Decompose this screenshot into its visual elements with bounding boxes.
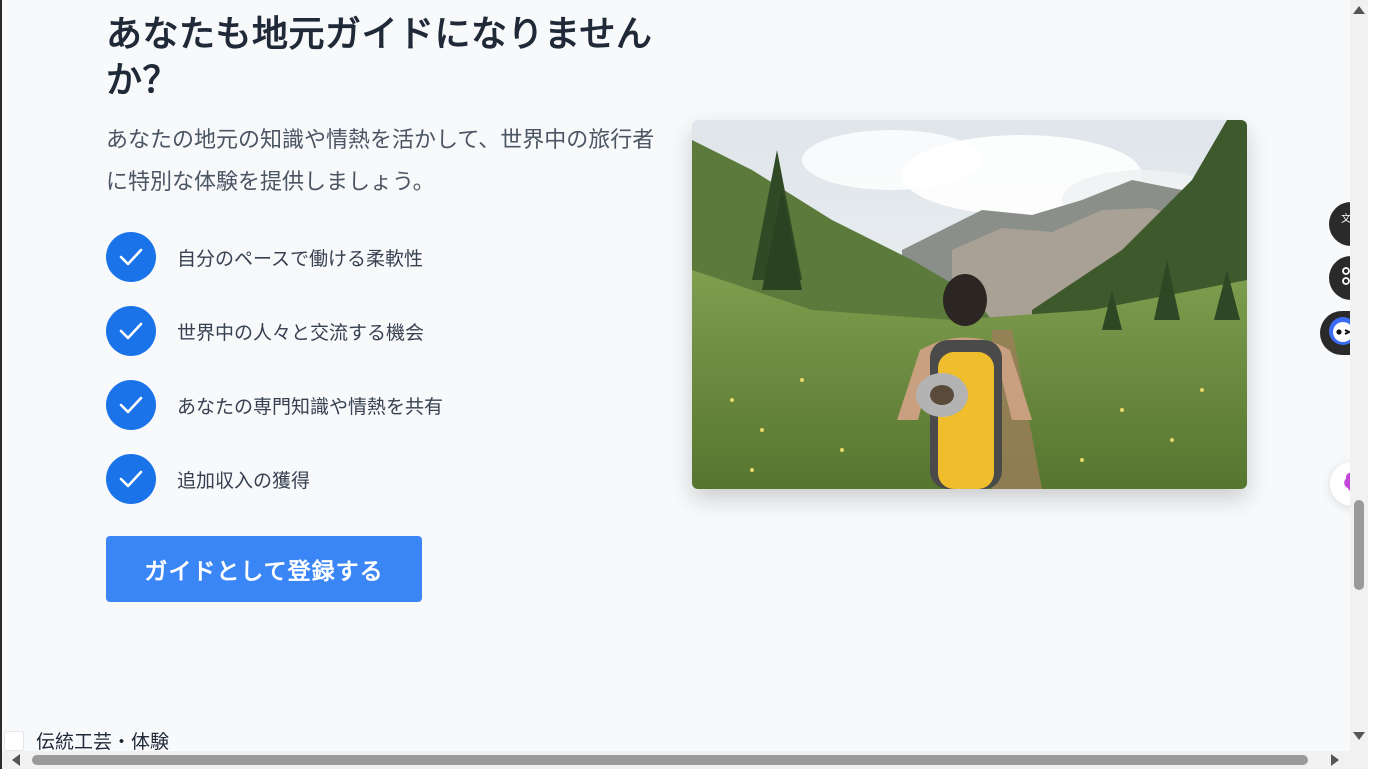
section-lead: あなたの地元の知識や情熱を活かして、世界中の旅行者に特別な体験を提供しましょう。 — [106, 128, 655, 195]
feature-item: あなたの専門知識や情熱を共有 — [106, 378, 443, 432]
section-heading: あなたも地元ガイドになりませんか？ — [106, 14, 653, 101]
scroll-left-icon[interactable] — [12, 754, 20, 766]
category-icon — [4, 730, 24, 751]
category-label: 伝統工芸・体験 — [36, 731, 170, 753]
register-as-guide-button[interactable]: ガイドとして登録する — [106, 536, 422, 602]
scroll-right-icon[interactable] — [1331, 754, 1339, 766]
feature-label: 世界中の人々と交流する機会 — [177, 321, 425, 344]
feature-list: 自分のペースで働ける柔軟性 世界中の人々と交流する機会 あなたの専門知識や情熱を… — [106, 230, 443, 526]
feature-item: 追加収入の獲得 — [106, 452, 443, 506]
check-icon — [106, 232, 156, 282]
scroll-down-icon[interactable] — [1353, 732, 1365, 740]
scroll-up-icon[interactable] — [1353, 6, 1365, 14]
feature-item: 世界中の人々と交流する機会 — [106, 304, 443, 358]
feature-label: 自分のペースで働ける柔軟性 — [177, 247, 424, 270]
horizontal-scrollbar-thumb[interactable] — [32, 755, 1308, 765]
hiker-photo — [692, 120, 1247, 489]
category-item-crafts[interactable]: 伝統工芸・体験 — [4, 727, 169, 754]
feature-item: 自分のペースで働ける柔軟性 — [106, 230, 443, 284]
vertical-scrollbar-thumb[interactable] — [1354, 500, 1364, 590]
vertical-scrollbar[interactable] — [1350, 0, 1368, 751]
check-icon — [106, 454, 156, 504]
feature-label: あなたの専門知識や情熱を共有 — [177, 395, 444, 418]
guide-recruit-section: あなたも地元ガイドになりませんか？ — [106, 0, 666, 104]
check-icon — [106, 380, 156, 430]
page: あなたも地元ガイドになりませんか？ あなたの地元の知識や情熱を活かして、世界中の… — [0, 0, 1374, 769]
feature-label: 追加収入の獲得 — [177, 469, 311, 492]
window-edge — [1368, 0, 1374, 769]
check-icon — [106, 306, 156, 356]
